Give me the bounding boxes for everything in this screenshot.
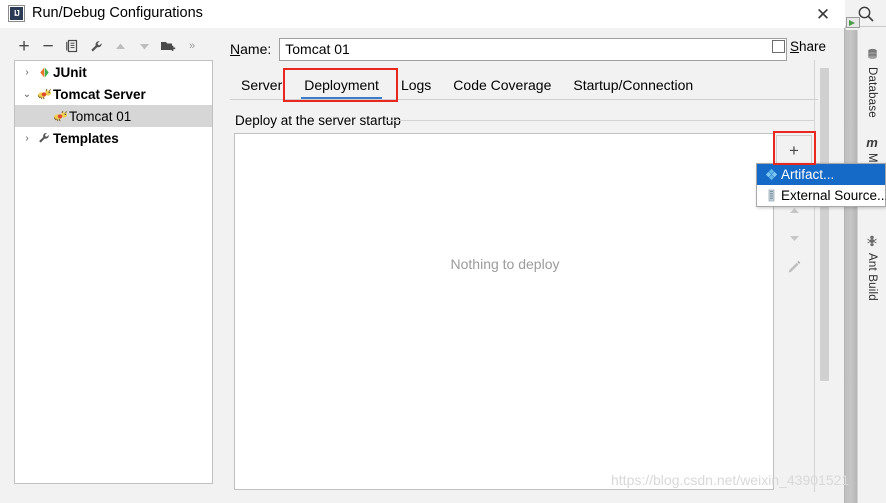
add-configuration-button[interactable]: + [12, 35, 36, 57]
tab-logs[interactable]: Logs [390, 73, 442, 100]
tool-window-ant-build-label: Ant Build [866, 253, 878, 301]
menu-item-artifact[interactable]: Artifact... [757, 164, 885, 185]
move-down-artifact-button[interactable] [776, 223, 812, 253]
tree-item-label: Templates [53, 130, 119, 146]
remove-configuration-button[interactable]: − [36, 35, 60, 57]
configuration-tabs: Server Deployment Logs Code Coverage Sta… [230, 70, 820, 100]
tab-deployment[interactable]: Deployment [293, 73, 390, 100]
tool-window-database[interactable]: Database [858, 48, 886, 118]
watermark-text: https://blog.csdn.net/weixin_43901521 [611, 472, 850, 488]
name-row: Name: [230, 37, 830, 61]
tool-window-maven[interactable]: m M [858, 135, 886, 163]
move-down-button[interactable] [132, 35, 156, 57]
menu-item-external-source[interactable]: External Source... [757, 185, 886, 206]
external-source-icon [761, 189, 781, 202]
share-label: Share [790, 39, 827, 54]
deploy-group-divider [385, 120, 814, 121]
tree-item-label: Tomcat 01 [69, 108, 132, 124]
panel-edge [814, 60, 815, 492]
menu-item-label: Artifact... [781, 167, 835, 182]
edit-templates-button[interactable] [84, 35, 108, 57]
search-icon[interactable] [857, 5, 875, 23]
tree-item-label: JUnit [53, 64, 87, 80]
junit-icon [35, 66, 53, 79]
chevron-down-icon[interactable]: ⌄ [19, 89, 35, 100]
name-input[interactable] [279, 37, 788, 61]
create-folder-button[interactable] [156, 35, 180, 57]
chevron-right-icon[interactable]: › [19, 67, 35, 78]
tab-code-coverage[interactable]: Code Coverage [442, 73, 562, 100]
tool-window-ant-build[interactable]: Ant Build [858, 235, 886, 301]
tool-window-database-label: Database [866, 67, 878, 118]
tree-item-label: Tomcat Server [53, 86, 146, 102]
scrollbar-thumb[interactable] [820, 68, 829, 381]
deployment-side-toolbar: + − [776, 133, 812, 293]
tomcat-icon [35, 88, 53, 101]
screenshot-root: Database m M Ant Build IJ Run/Debug Conf… [0, 0, 886, 503]
tabs-divider [230, 99, 820, 100]
database-icon [866, 48, 879, 64]
tab-startup-connection[interactable]: Startup/Connection [562, 73, 704, 100]
dialog-title: Run/Debug Configurations [32, 5, 203, 21]
checkbox-square[interactable] [772, 40, 785, 53]
tab-server[interactable]: Server [230, 73, 293, 100]
ide-tool-window-bar: Database m M Ant Build [857, 30, 885, 503]
deploy-group-caption: Deploy at the server startup [235, 113, 401, 128]
share-checkbox[interactable]: Share [772, 39, 826, 54]
close-icon[interactable]: ✕ [808, 3, 838, 25]
deployment-artifacts-list[interactable]: Nothing to deploy [234, 133, 774, 490]
tree-item-junit[interactable]: › JUnit [15, 61, 212, 83]
empty-state-text: Nothing to deploy [450, 256, 560, 272]
settings-panel-scrollbar[interactable] [818, 68, 830, 381]
run-debug-configurations-dialog: IJ Run/Debug Configurations ✕ + − » › JU… [0, 0, 845, 503]
add-deployment-popup-menu[interactable]: Artifact... External Source... [756, 163, 886, 207]
more-options-button[interactable]: » [180, 35, 204, 57]
menu-item-label: External Source... [781, 188, 886, 203]
tree-item-templates[interactable]: › Templates [15, 127, 212, 149]
move-up-button[interactable] [108, 35, 132, 57]
intellij-idea-icon: IJ [8, 5, 25, 22]
dialog-title-bar: IJ Run/Debug Configurations ✕ [0, 0, 845, 28]
add-artifact-button[interactable]: + [776, 135, 812, 165]
name-label: Name: [230, 41, 272, 57]
edit-artifact-button[interactable] [776, 251, 812, 281]
configurations-tree[interactable]: › JUnit ⌄ Tomcat Server Tomcat 01 › Temp… [14, 60, 213, 484]
tree-item-tomcat-server[interactable]: ⌄ Tomcat Server [15, 83, 212, 105]
tree-item-tomcat-01[interactable]: Tomcat 01 [15, 105, 212, 127]
ide-editor-gutter-fill [845, 30, 857, 503]
maven-icon: m [866, 135, 878, 150]
chevron-right-icon[interactable]: › [19, 133, 35, 144]
configurations-toolbar: + − » [12, 33, 217, 59]
copy-configuration-button[interactable] [60, 35, 84, 57]
ant-icon [866, 235, 878, 250]
tomcat-icon [51, 110, 69, 123]
wrench-icon [35, 131, 53, 145]
tool-window-maven-label: M [866, 153, 878, 163]
artifact-diamond-icon [761, 168, 781, 181]
